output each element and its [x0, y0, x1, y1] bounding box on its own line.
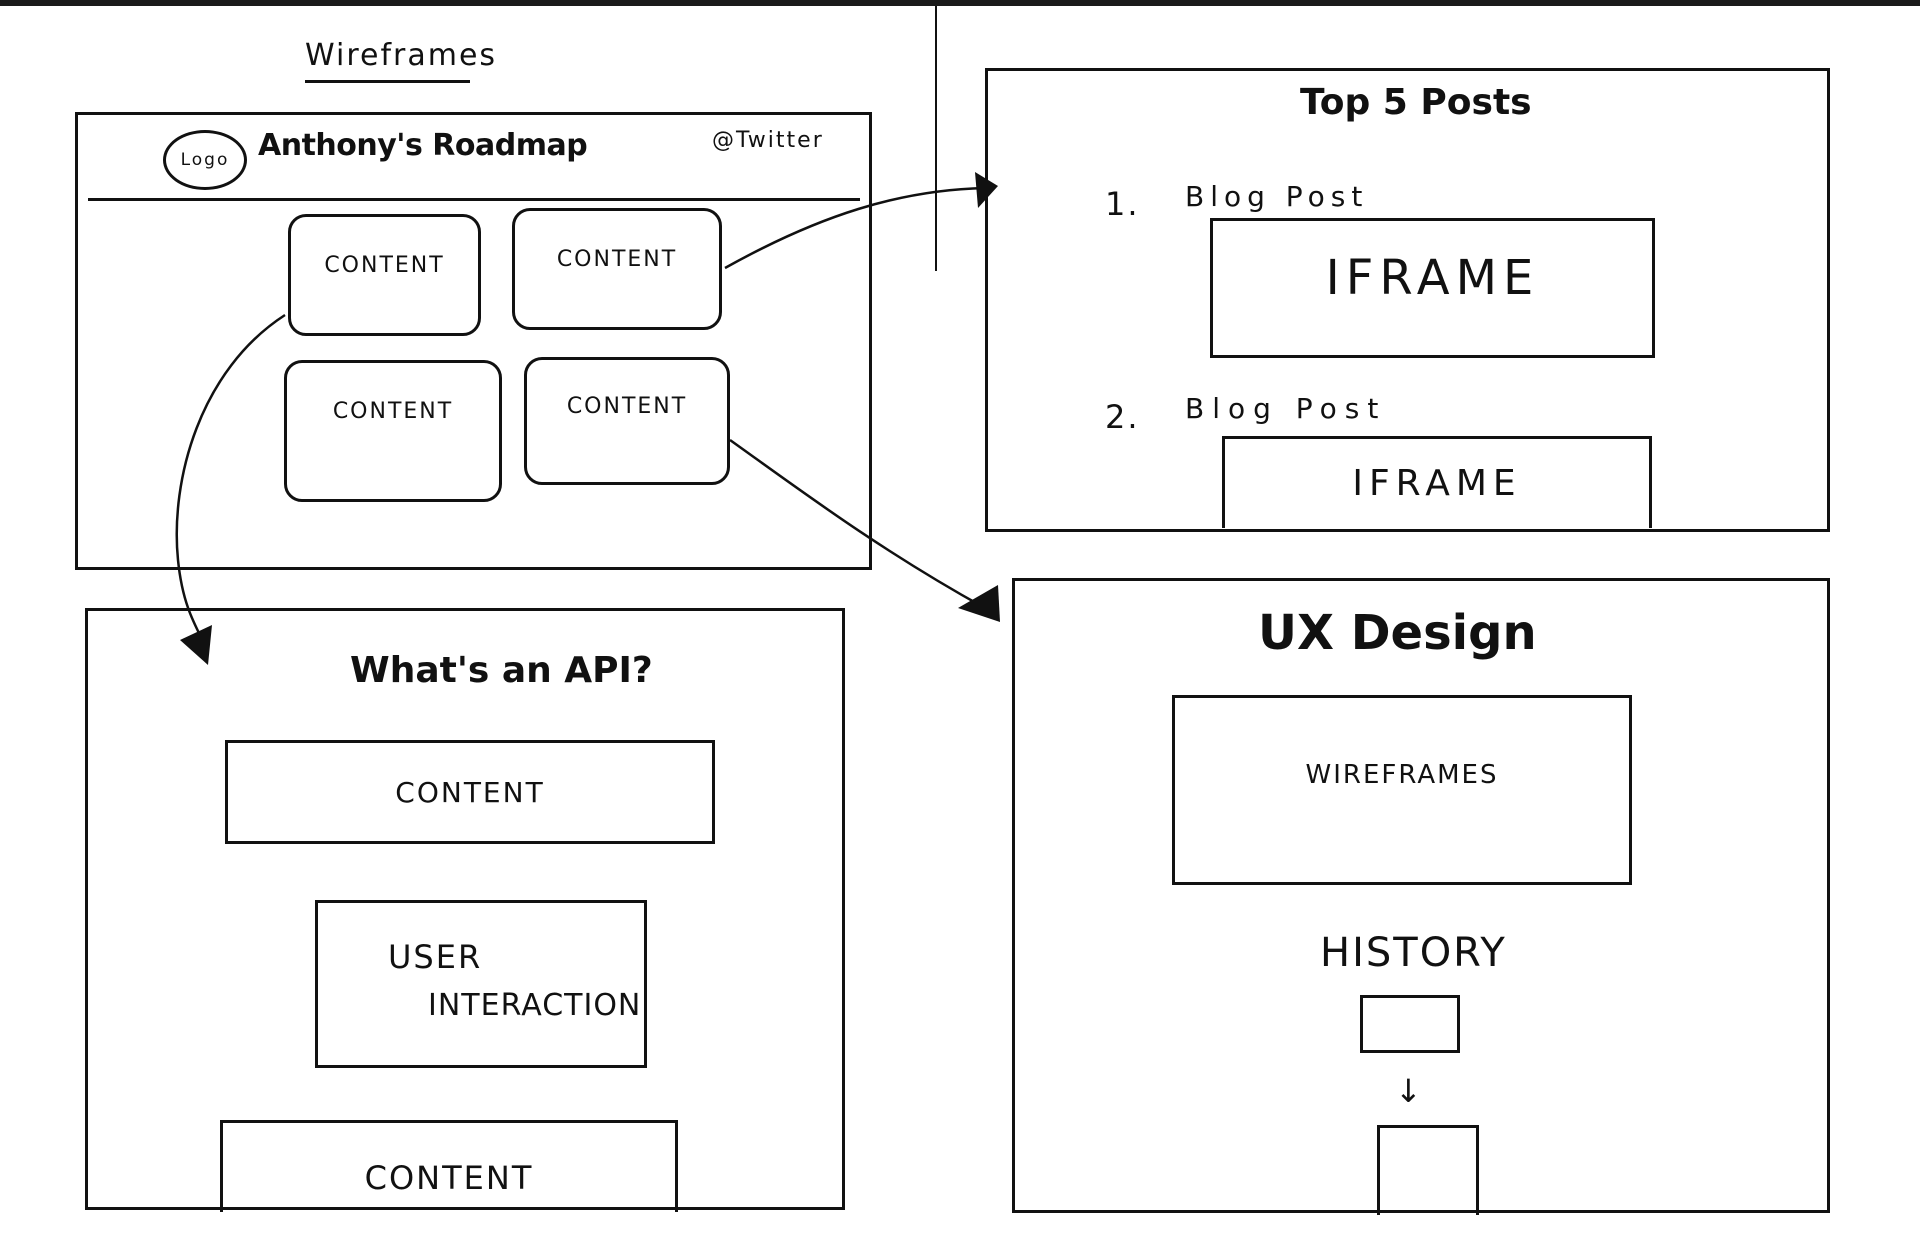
content-card-3[interactable]: CONTENT: [284, 360, 502, 502]
post-iframe-2[interactable]: IFRAME: [1222, 436, 1652, 528]
content-label: CONTENT: [395, 775, 545, 809]
homepage-header-divider: [88, 198, 860, 201]
history-heading: HISTORY: [1320, 930, 1507, 976]
content-card-1[interactable]: CONTENT: [288, 214, 481, 336]
ux-wireframe: [1012, 578, 1830, 1213]
photo-top-edge: [0, 0, 1920, 6]
content-card-label: CONTENT: [332, 398, 454, 424]
api-heading: What's an API?: [350, 650, 653, 691]
logo-placeholder[interactable]: Logo: [163, 130, 247, 190]
top-posts-heading: Top 5 Posts: [1300, 82, 1532, 123]
user-interaction-line1: USER: [388, 938, 483, 976]
twitter-link[interactable]: @Twitter: [712, 128, 824, 153]
content-label: CONTENT: [364, 1158, 534, 1197]
sheet-title-underline: [305, 80, 470, 83]
page-divider: [935, 6, 937, 271]
content-card-label: CONTENT: [324, 252, 445, 278]
logo-label: Logo: [180, 150, 230, 170]
content-card-2[interactable]: CONTENT: [512, 208, 722, 330]
user-interaction-block[interactable]: USER INTERACTION: [315, 900, 647, 1068]
post-number: 1.: [1105, 185, 1140, 223]
history-item-2[interactable]: [1377, 1125, 1479, 1215]
post-number: 2.: [1105, 398, 1140, 436]
history-item-1[interactable]: [1360, 995, 1460, 1053]
post-title[interactable]: Blog Post: [1185, 180, 1368, 213]
wireframes-label: WIREFRAMES: [1305, 760, 1499, 790]
ux-heading: UX Design: [1258, 605, 1537, 661]
site-title[interactable]: Anthony's Roadmap: [258, 128, 588, 163]
post-title[interactable]: Blog Post: [1185, 392, 1386, 425]
content-card-label: CONTENT: [556, 246, 678, 272]
arrow-head-ux: [958, 585, 1000, 622]
api-content-block-2[interactable]: CONTENT: [220, 1120, 678, 1212]
content-card-4[interactable]: CONTENT: [524, 357, 730, 485]
history-arrow-icon: ↓: [1395, 1072, 1422, 1110]
content-card-label: CONTENT: [566, 393, 688, 419]
api-content-block-1[interactable]: CONTENT: [225, 740, 715, 844]
iframe-label: IFRAME: [1325, 250, 1540, 306]
user-interaction-line2: INTERACTION: [428, 988, 642, 1023]
sheet-title: Wireframes: [305, 38, 498, 73]
post-iframe-1[interactable]: IFRAME: [1210, 218, 1655, 358]
wireframes-block[interactable]: WIREFRAMES: [1172, 695, 1632, 885]
iframe-label: IFRAME: [1352, 463, 1522, 504]
